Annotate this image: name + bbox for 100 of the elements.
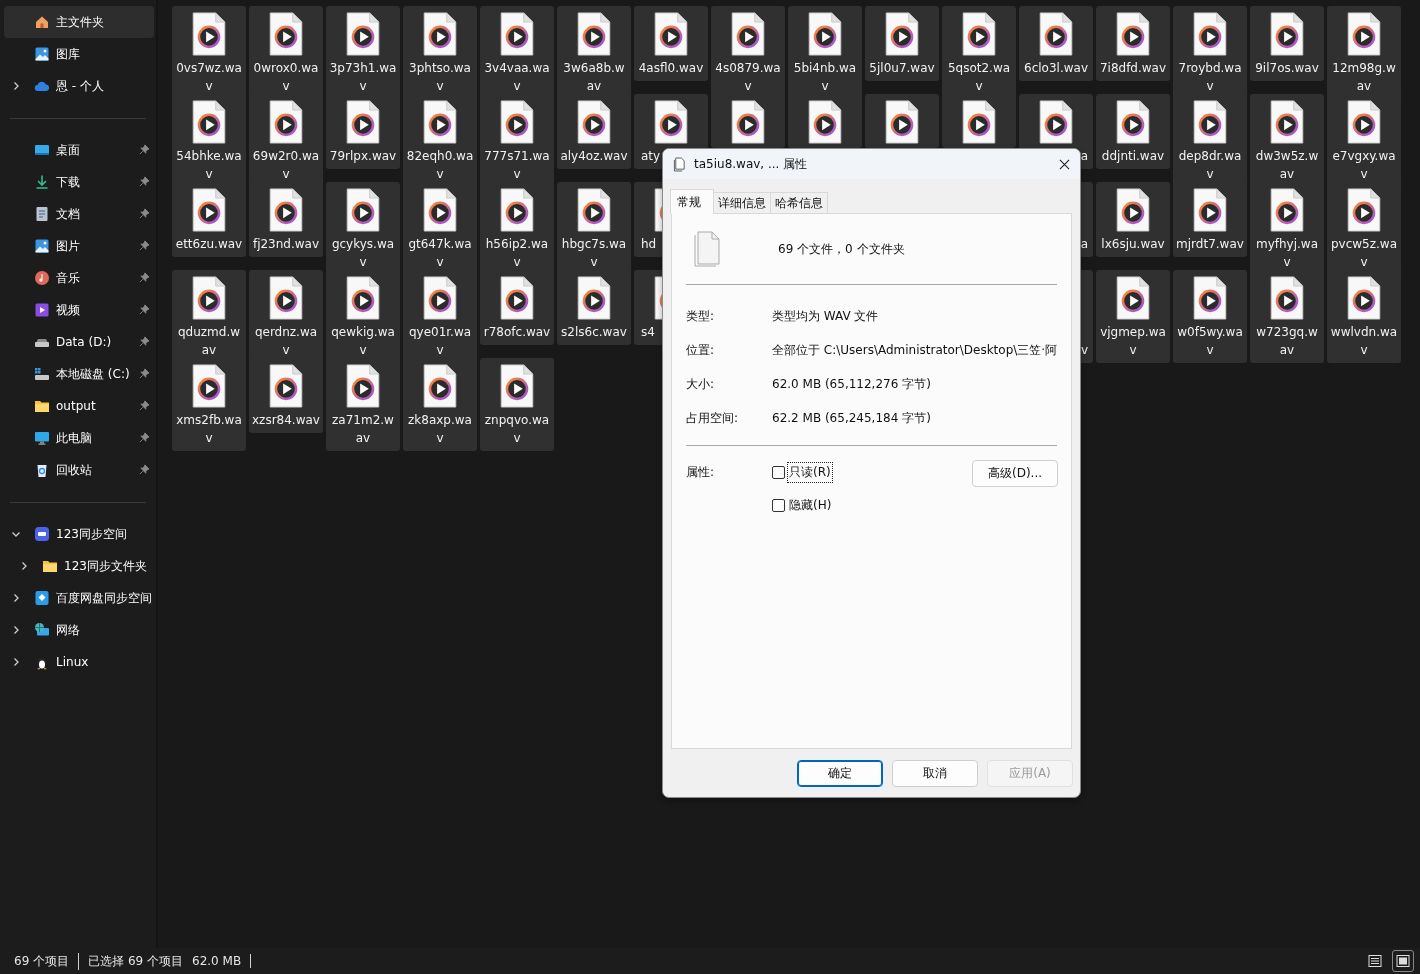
- audio-file-icon: [268, 12, 304, 56]
- chevron-icon[interactable]: [11, 81, 21, 91]
- audio-file-icon: [1038, 100, 1074, 144]
- file-name: gcykys.wav: [330, 236, 396, 271]
- file-name: dw3w5z.wav: [1254, 148, 1320, 183]
- file-tile[interactable]: znpqvo.wav: [480, 358, 554, 451]
- document-icon: [34, 206, 50, 222]
- close-icon[interactable]: [1059, 158, 1070, 170]
- file-tile[interactable]: 79rlpx.wav: [326, 94, 400, 169]
- file-tile[interactable]: 4asfl0.wav: [634, 6, 708, 81]
- sidebar-item[interactable]: 恩 - 个人: [4, 70, 154, 102]
- sidebar-item[interactable]: output: [4, 390, 154, 422]
- sidebar-item[interactable]: 图片: [4, 230, 154, 262]
- audio-file-icon: [576, 188, 612, 232]
- file-name: 7i8dfd.wav: [1099, 60, 1167, 77]
- file-tile[interactable]: vjgmep.wav: [1096, 270, 1170, 363]
- file-tile[interactable]: za71m2.wav: [326, 358, 400, 451]
- file-tile[interactable]: s2ls6c.wav: [557, 270, 631, 345]
- audio-file-icon: [499, 188, 535, 232]
- chevron-icon[interactable]: [11, 625, 21, 635]
- tile-icon: [1396, 954, 1410, 968]
- audio-file-icon: [499, 276, 535, 320]
- tab[interactable]: 常规: [670, 189, 714, 214]
- property-value: 全部位于 C:\Users\Administrator\Desktop\三笠·阿: [772, 341, 1058, 359]
- audio-file-icon: [807, 12, 843, 56]
- file-tile[interactable]: [788, 94, 862, 148]
- file-name: 3p73h1.wav: [329, 60, 397, 95]
- pin-icon: [139, 368, 150, 379]
- checkbox[interactable]: [772, 465, 785, 479]
- checkbox-label[interactable]: 只读(R): [787, 461, 833, 483]
- large-icons-view-button[interactable]: [1392, 950, 1414, 972]
- audio-file-icon: [499, 100, 535, 144]
- file-tile[interactable]: lx6sju.wav: [1096, 182, 1170, 257]
- sidebar-item[interactable]: Data (D:): [4, 326, 154, 358]
- file-tile[interactable]: 9il7os.wav: [1250, 6, 1324, 81]
- sidebar-item[interactable]: 桌面: [4, 134, 154, 166]
- chevron-icon[interactable]: [19, 561, 29, 571]
- app-icon: [34, 526, 50, 542]
- file-tile[interactable]: [865, 94, 939, 148]
- advanced-button[interactable]: 高级(D)...: [972, 460, 1058, 487]
- sidebar-item[interactable]: 此电脑: [4, 422, 154, 454]
- sidebar-item[interactable]: 图库: [4, 38, 154, 70]
- sidebar-item[interactable]: 视频: [4, 294, 154, 326]
- sidebar-item[interactable]: 音乐: [4, 262, 154, 294]
- file-name: h56ip2.wav: [484, 236, 550, 271]
- file-tile[interactable]: w723gq.wav: [1250, 270, 1324, 363]
- network-icon: [34, 622, 50, 638]
- dialog-button[interactable]: 确定: [797, 760, 883, 787]
- file-name: v: [1080, 342, 1088, 359]
- sidebar-item[interactable]: Linux: [4, 646, 154, 678]
- sidebar-item[interactable]: 回收站: [4, 454, 154, 486]
- file-tile[interactable]: xzsr84.wav: [249, 358, 323, 433]
- audio-file-icon: [422, 188, 458, 232]
- file-tile[interactable]: aly4oz.wav: [557, 94, 631, 169]
- audio-file-icon: [1192, 276, 1228, 320]
- file-name: gt647k.wav: [407, 236, 473, 271]
- file-tile[interactable]: r78ofc.wav: [480, 270, 554, 345]
- audio-file-icon: [268, 100, 304, 144]
- file-name: 3w6a8b.wav: [562, 60, 626, 95]
- sidebar-item[interactable]: 主文件夹: [4, 6, 154, 38]
- property-label: 大小:: [686, 375, 716, 393]
- file-tile[interactable]: [942, 94, 1016, 148]
- file-tile[interactable]: [711, 94, 785, 148]
- file-tile[interactable]: mjrdt7.wav: [1173, 182, 1247, 257]
- sidebar-item[interactable]: 文档: [4, 198, 154, 230]
- file-name: 4s0879.wav: [714, 60, 782, 95]
- audio-file-icon: [884, 100, 920, 144]
- file-name: 54bhke.wav: [175, 148, 243, 183]
- file-tile[interactable]: xms2fb.wav: [172, 358, 246, 451]
- file-name: r78ofc.wav: [483, 324, 551, 341]
- property-label: 占用空间:: [686, 409, 740, 427]
- pin-icon: [139, 176, 150, 187]
- sidebar-item[interactable]: 本地磁盘 (C:): [4, 358, 154, 390]
- audio-file-icon: [268, 364, 304, 408]
- file-tile[interactable]: ddjnti.wav: [1096, 94, 1170, 169]
- audio-file-icon: [191, 276, 227, 320]
- audio-file-icon: [1038, 12, 1074, 56]
- sidebar-item[interactable]: 123同步空间: [4, 518, 154, 550]
- file-tile[interactable]: ett6zu.wav: [172, 182, 246, 257]
- file-tile[interactable]: fj23nd.wav: [249, 182, 323, 257]
- chevron-icon[interactable]: [11, 593, 21, 603]
- file-tile[interactable]: 6clo3l.wav: [1019, 6, 1093, 81]
- chevron-icon[interactable]: [11, 529, 21, 539]
- dialog-button[interactable]: 取消: [892, 760, 978, 787]
- file-name: pvcw5z.wav: [1330, 236, 1398, 271]
- checkbox-label[interactable]: 隐藏(H): [787, 494, 834, 516]
- chevron-icon[interactable]: [11, 657, 21, 667]
- sidebar-item[interactable]: 下载: [4, 166, 154, 198]
- sidebar-item[interactable]: 123同步文件夹: [4, 550, 154, 582]
- selection-size: 62.0 MB: [192, 954, 252, 968]
- file-tile[interactable]: zk8axp.wav: [403, 358, 477, 451]
- file-tile[interactable]: 7i8dfd.wav: [1096, 6, 1170, 81]
- file-tile[interactable]: 5jl0u7.wav: [865, 6, 939, 81]
- sidebar-item[interactable]: 网络: [4, 614, 154, 646]
- tab[interactable]: 哈希信息: [770, 192, 828, 213]
- file-tile[interactable]: wwlvdn.wav: [1327, 270, 1401, 363]
- sidebar-item[interactable]: 百度网盘同步空间: [4, 582, 154, 614]
- checkbox[interactable]: [772, 498, 785, 512]
- file-name: za71m2.wav: [331, 412, 395, 447]
- file-tile[interactable]: w0f5wy.wav: [1173, 270, 1247, 363]
